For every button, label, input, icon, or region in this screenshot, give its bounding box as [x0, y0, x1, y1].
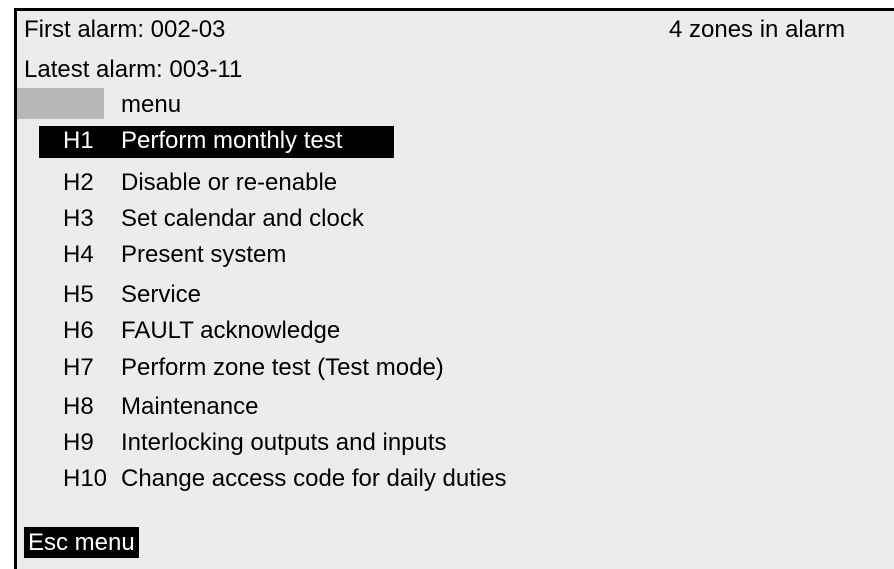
menu-item-h2[interactable]: H2 Disable or re-enable: [17, 168, 879, 200]
menu-title-block: [17, 88, 104, 119]
menu-item-h7[interactable]: H7 Perform zone test (Test mode): [17, 353, 879, 385]
latest-alarm-text: Latest alarm: 003-11: [24, 56, 243, 83]
first-alarm-text: First alarm: 002-03: [24, 16, 226, 43]
menu-item-h8[interactable]: H8 Maintenance: [17, 392, 879, 424]
menu-item-code: H7: [63, 354, 94, 381]
menu-item-label: Disable or re-enable: [121, 169, 338, 196]
menu-item-code: H8: [63, 393, 94, 420]
panel-display: First alarm: 002-03 4 zones in alarm Lat…: [14, 8, 894, 569]
menu-item-label: Perform zone test (Test mode): [121, 354, 444, 381]
menu-item-h1[interactable]: H1 Perform monthly test: [17, 126, 879, 158]
menu-item-label: Perform monthly test: [121, 127, 343, 154]
esc-menu-button[interactable]: Esc menu: [24, 527, 139, 558]
menu-item-code: H10: [63, 465, 108, 492]
menu-item-code: H6: [63, 317, 94, 344]
menu-item-code: H4: [63, 241, 94, 268]
menu-item-code: H2: [63, 169, 94, 196]
menu-item-code: H5: [63, 281, 94, 308]
menu-item-h6[interactable]: H6 FAULT acknowledge: [17, 316, 879, 348]
menu-item-label: Set calendar and clock: [121, 205, 364, 232]
menu-item-label: FAULT acknowledge: [121, 317, 341, 344]
menu-item-code: H1: [63, 127, 94, 154]
menu-item-label: Maintenance: [121, 393, 259, 420]
menu-item-h9[interactable]: H9 Interlocking outputs and inputs: [17, 428, 879, 460]
menu-item-h5[interactable]: H5 Service: [17, 280, 879, 312]
menu-item-label: Change access code for daily duties: [121, 465, 507, 492]
menu-item-code: H9: [63, 429, 94, 456]
menu-title: menu: [121, 91, 182, 118]
zones-in-alarm-text: 4 zones in alarm: [669, 16, 846, 43]
menu-item-code: H3: [63, 205, 94, 232]
menu-item-label: Interlocking outputs and inputs: [121, 429, 447, 456]
menu-item-h10[interactable]: H10 Change access code for daily duties: [17, 464, 879, 496]
menu-item-h4[interactable]: H4 Present system: [17, 240, 879, 272]
menu-item-label: Service: [121, 281, 202, 308]
menu-item-h3[interactable]: H3 Set calendar and clock: [17, 204, 879, 236]
menu-item-label: Present system: [121, 241, 287, 268]
